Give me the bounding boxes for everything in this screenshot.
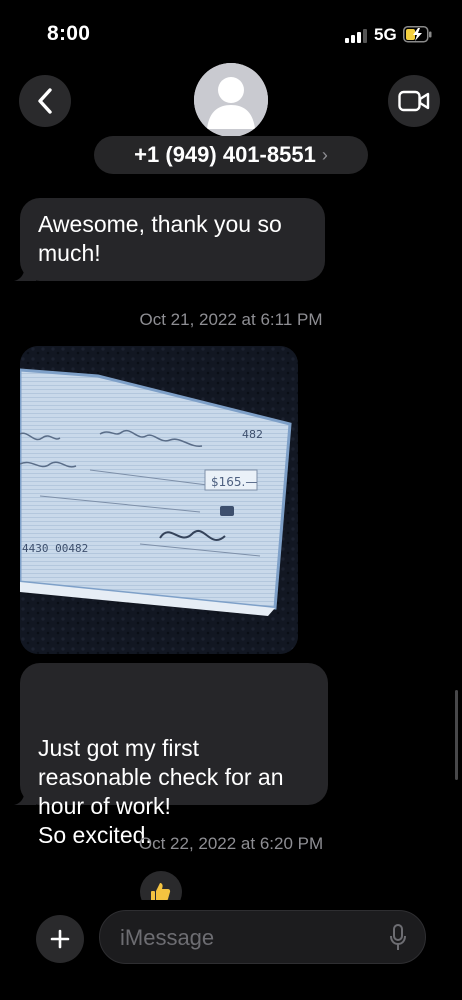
- imessage-input[interactable]: [118, 921, 372, 955]
- message-timestamp: Oct 21, 2022 at 6:11 PM: [139, 310, 323, 329]
- microphone-icon[interactable]: [389, 924, 407, 952]
- cellular-signal-icon: [345, 29, 367, 43]
- check-number: 482: [242, 428, 263, 441]
- facetime-video-button[interactable]: [388, 75, 440, 127]
- contact-avatar[interactable]: [194, 63, 268, 137]
- check-photo-image: $165.— 482 4430 00482: [20, 346, 298, 654]
- contact-name-pill[interactable]: +1 (949) 401-8551 ›: [94, 136, 368, 174]
- video-camera-icon: [398, 90, 430, 112]
- bubble-tail: [14, 259, 36, 281]
- message-text: Awesome, thank you so much!: [38, 211, 282, 266]
- scrollbar[interactable]: [455, 690, 458, 780]
- check-amount: $165.—: [211, 475, 257, 489]
- photo-message[interactable]: $165.— 482 4430 00482: [20, 346, 298, 654]
- imessage-input-container[interactable]: [99, 910, 426, 964]
- apps-plus-button[interactable]: [36, 915, 84, 963]
- message-bubble-incoming[interactable]: Just got my first reasonable check for a…: [14, 663, 328, 848]
- status-bar: 8:00 5G: [0, 0, 462, 60]
- plus-icon: [50, 929, 70, 949]
- person-icon: [194, 63, 268, 137]
- conversation-header: +1 (949) 401-8551 ›: [0, 60, 462, 195]
- check-micr-line: 4430 00482: [22, 542, 88, 555]
- bubble-tail: [14, 783, 36, 805]
- network-type: 5G: [374, 25, 397, 44]
- status-time: 8:00: [47, 22, 91, 45]
- back-button[interactable]: [19, 75, 71, 127]
- message-text: Just got my first reasonable check for a…: [38, 735, 284, 848]
- chevron-right-icon: ›: [321, 145, 328, 165]
- contact-name: +1 (949) 401-8551: [134, 142, 316, 167]
- chevron-left-icon: [38, 88, 52, 114]
- message-composer: [0, 900, 462, 1000]
- message-timestamp: Oct 22, 2022 at 6:20 PM: [138, 834, 324, 853]
- battery-charging-icon: [403, 26, 432, 43]
- message-bubble-incoming[interactable]: Awesome, thank you so much!: [14, 198, 325, 281]
